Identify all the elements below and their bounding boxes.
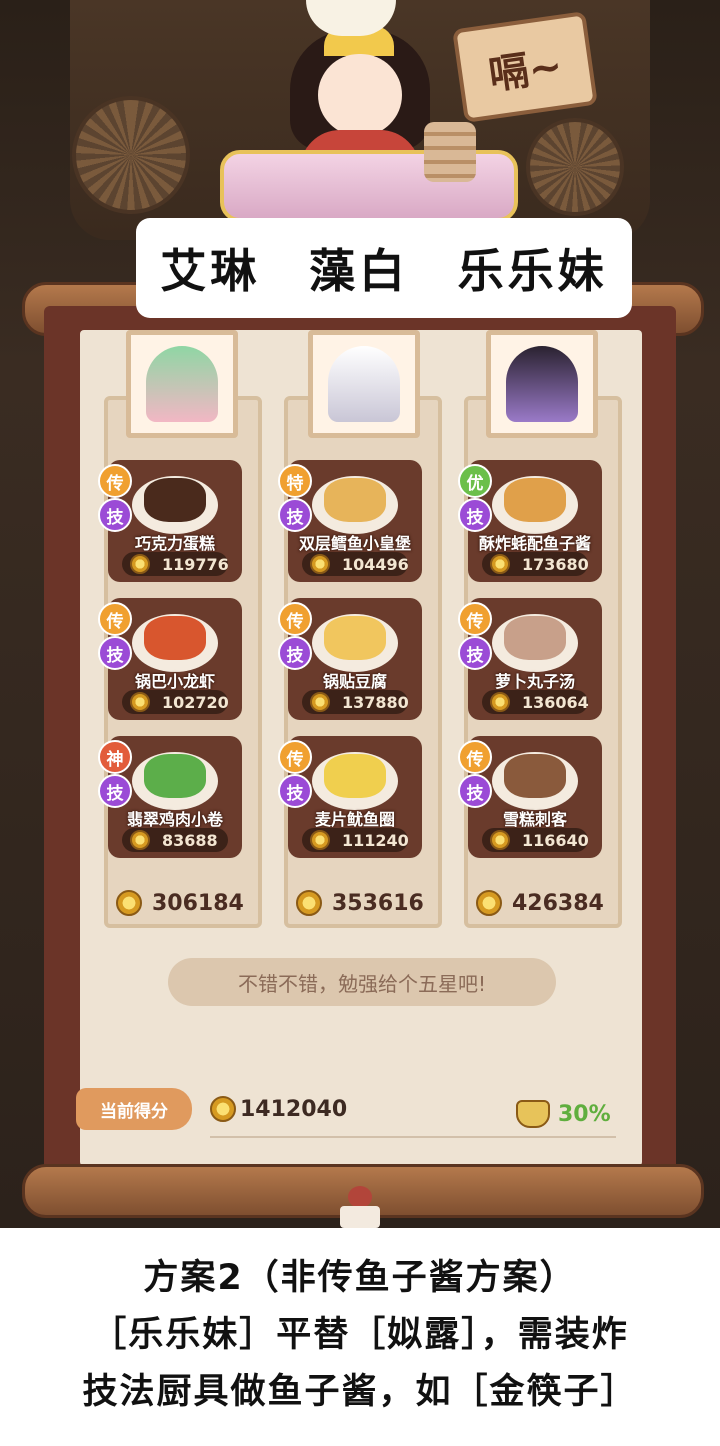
dish-name: 双层鳕鱼小皇堡 bbox=[298, 534, 411, 553]
speech-sign: 嗝~ bbox=[452, 11, 598, 123]
coin-icon bbox=[476, 890, 502, 916]
coin-icon bbox=[490, 830, 510, 850]
tier-badge: 传 bbox=[98, 464, 132, 498]
dish-card[interactable]: 传 技 锅贴豆腐 137880 bbox=[278, 598, 422, 720]
knot-decoration bbox=[330, 1180, 390, 1228]
stacked-bowls bbox=[424, 122, 476, 182]
column-total-value: 306184 bbox=[152, 890, 244, 916]
judge-comment: 不错不错，勉强给个五星吧! bbox=[168, 958, 556, 1006]
skill-badge: 技 bbox=[278, 636, 312, 670]
coin-icon bbox=[310, 692, 330, 712]
dish-card[interactable]: 特 技 双层鳕鱼小皇堡 104496 bbox=[278, 460, 422, 582]
chef-portrait-1[interactable] bbox=[126, 330, 238, 438]
coin-icon bbox=[310, 830, 330, 850]
tier-badge: 传 bbox=[458, 740, 492, 774]
dish-card[interactable]: 传 技 萝卜丸子汤 136064 bbox=[458, 598, 602, 720]
dish-score: 83688 bbox=[162, 830, 218, 850]
caption-line: ［乐乐妹］平替［姒露］，需装炸 bbox=[91, 1315, 629, 1355]
divider bbox=[210, 1136, 616, 1138]
tier-badge: 优 bbox=[458, 464, 492, 498]
pot-icon bbox=[516, 1100, 550, 1128]
chef-portrait-3[interactable] bbox=[486, 330, 598, 438]
coin-icon bbox=[490, 692, 510, 712]
dish-name: 酥炸蚝配鱼子酱 bbox=[478, 534, 591, 553]
skill-badge: 技 bbox=[278, 498, 312, 532]
dish-card[interactable]: 优 技 酥炸蚝配鱼子酱 173680 bbox=[458, 460, 602, 582]
tier-badge: 传 bbox=[458, 602, 492, 636]
character-name: 艾琳 bbox=[160, 244, 261, 298]
dish-score: 119776 bbox=[162, 554, 229, 574]
caption-line: 技法厨具做鱼子酱，如［金筷子］ bbox=[82, 1372, 638, 1412]
dish-name: 萝卜丸子汤 bbox=[494, 672, 575, 691]
dish-card[interactable]: 传 技 麦片鱿鱼圈 111240 bbox=[278, 736, 422, 858]
dish-score: 136064 bbox=[522, 692, 589, 712]
tier-badge: 传 bbox=[98, 602, 132, 636]
dish-name: 锅巴小龙虾 bbox=[134, 672, 215, 691]
dish-name: 麦片鱿鱼圈 bbox=[314, 810, 395, 829]
column-total-value: 353616 bbox=[332, 890, 424, 916]
skill-badge: 技 bbox=[458, 774, 492, 808]
dish-card[interactable]: 传 技 巧克力蛋糕 119776 bbox=[98, 460, 242, 582]
coin-icon bbox=[116, 890, 142, 916]
character-names: 艾琳 藻白 乐乐妹 bbox=[136, 218, 632, 318]
dish-score: 137880 bbox=[342, 692, 409, 712]
game-screen: 嗝~ 艾琳 藻白 乐乐妹 传 技 巧克力蛋糕 119776 传 技 锅巴小龙虾 … bbox=[0, 0, 720, 1228]
column-total: 306184 bbox=[116, 890, 266, 916]
fan-decoration bbox=[72, 96, 190, 214]
character-name: 乐乐妹 bbox=[457, 244, 608, 298]
dish-card[interactable]: 传 技 锅巴小龙虾 102720 bbox=[98, 598, 242, 720]
dish-score: 116640 bbox=[522, 830, 589, 850]
bonus-percent-value: 30% bbox=[558, 1101, 611, 1127]
tier-badge: 神 bbox=[98, 740, 132, 774]
dish-name: 雪糕刺客 bbox=[502, 810, 567, 829]
coin-icon bbox=[130, 830, 150, 850]
caption: 方案2（非传鱼子酱方案） ［乐乐妹］平替［姒露］，需装炸 技法厨具做鱼子酱，如［… bbox=[0, 1250, 720, 1421]
character-name: 藻白 bbox=[308, 244, 409, 298]
dish-score: 104496 bbox=[342, 554, 409, 574]
dish-name: 锅贴豆腐 bbox=[322, 672, 387, 691]
skill-badge: 技 bbox=[98, 498, 132, 532]
bonus-percent: 30% bbox=[516, 1100, 611, 1128]
dish-card[interactable]: 传 技 雪糕刺客 116640 bbox=[458, 736, 602, 858]
tier-badge: 特 bbox=[278, 464, 312, 498]
skill-badge: 技 bbox=[98, 636, 132, 670]
grand-total-value: 1412040 bbox=[240, 1096, 348, 1122]
tier-badge: 传 bbox=[278, 740, 312, 774]
skill-badge: 技 bbox=[458, 498, 492, 532]
current-score-tab[interactable]: 当前得分 bbox=[76, 1088, 192, 1130]
dish-score: 111240 bbox=[342, 830, 409, 850]
fan-decoration bbox=[526, 118, 624, 216]
skill-badge: 技 bbox=[458, 636, 492, 670]
skill-badge: 技 bbox=[98, 774, 132, 808]
coin-icon bbox=[210, 1096, 236, 1122]
dish-score: 102720 bbox=[162, 692, 229, 712]
dish-name: 翡翠鸡肉小卷 bbox=[126, 810, 223, 829]
chef-portrait-2[interactable] bbox=[308, 330, 420, 438]
grand-total: 1412040 bbox=[210, 1096, 347, 1122]
dish-card[interactable]: 神 技 翡翠鸡肉小卷 83688 bbox=[98, 736, 242, 858]
column-total-value: 426384 bbox=[512, 890, 604, 916]
caption-line: 方案2（非传鱼子酱方案） bbox=[143, 1258, 577, 1298]
coin-icon bbox=[296, 890, 322, 916]
column-total: 426384 bbox=[476, 890, 626, 916]
tier-badge: 传 bbox=[278, 602, 312, 636]
skill-badge: 技 bbox=[278, 774, 312, 808]
dish-score: 173680 bbox=[522, 554, 589, 574]
coin-icon bbox=[490, 554, 510, 574]
column-total: 353616 bbox=[296, 890, 446, 916]
coin-icon bbox=[130, 692, 150, 712]
coin-icon bbox=[310, 554, 330, 574]
dish-name: 巧克力蛋糕 bbox=[134, 534, 215, 553]
coin-icon bbox=[130, 554, 150, 574]
